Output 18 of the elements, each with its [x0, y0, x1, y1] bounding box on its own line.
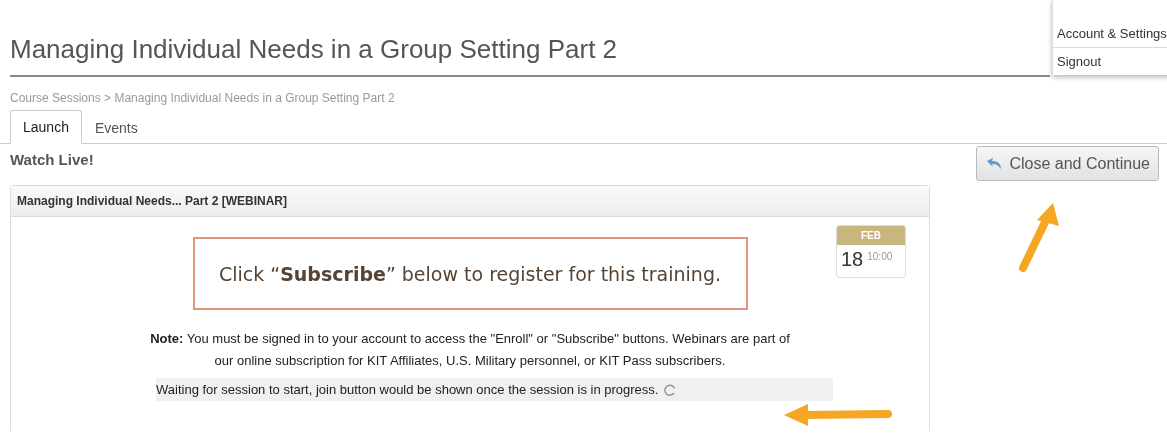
date-month: FEB — [837, 226, 905, 245]
status-text: Waiting for session to start, join button would be shown once the session is in progress. — [156, 382, 659, 397]
tab[interactable]: Launch — [10, 110, 82, 144]
close-continue-button[interactable]: Close and Continue — [976, 146, 1159, 181]
spinner-icon — [664, 383, 677, 396]
date-day: 18 — [841, 248, 864, 271]
menu-item[interactable]: Signout — [1053, 47, 1167, 75]
tab[interactable]: Events — [81, 111, 151, 144]
breadcrumb: Course Sessions > Managing Individual Needs in a Group Setting Part 2 — [10, 91, 396, 105]
return-arrow-icon — [985, 156, 1004, 171]
callout-message: Click “Subscribe” below to register for this training. — [192, 237, 748, 310]
note-text: Note: You must be signed in to your account to access the "Enroll" or "Subscribe" buttons. Webinars are part of our online subscription for KIT Affiliates, U.S. Military personnel, or KIT Pass subscribers. — [150, 330, 790, 370]
panel-header: Managing Individual Needs... Part 2 [WEBINAR] — [11, 186, 929, 217]
date-time: 10:00 — [867, 251, 893, 262]
page-title: Managing Individual Needs in a Group Setting Part 2 — [10, 34, 1050, 77]
annotation-arrow — [1019, 203, 1059, 272]
section-heading: Watch Live! — [10, 151, 95, 170]
menu-item[interactable]: Account & Settings — [1053, 20, 1167, 47]
